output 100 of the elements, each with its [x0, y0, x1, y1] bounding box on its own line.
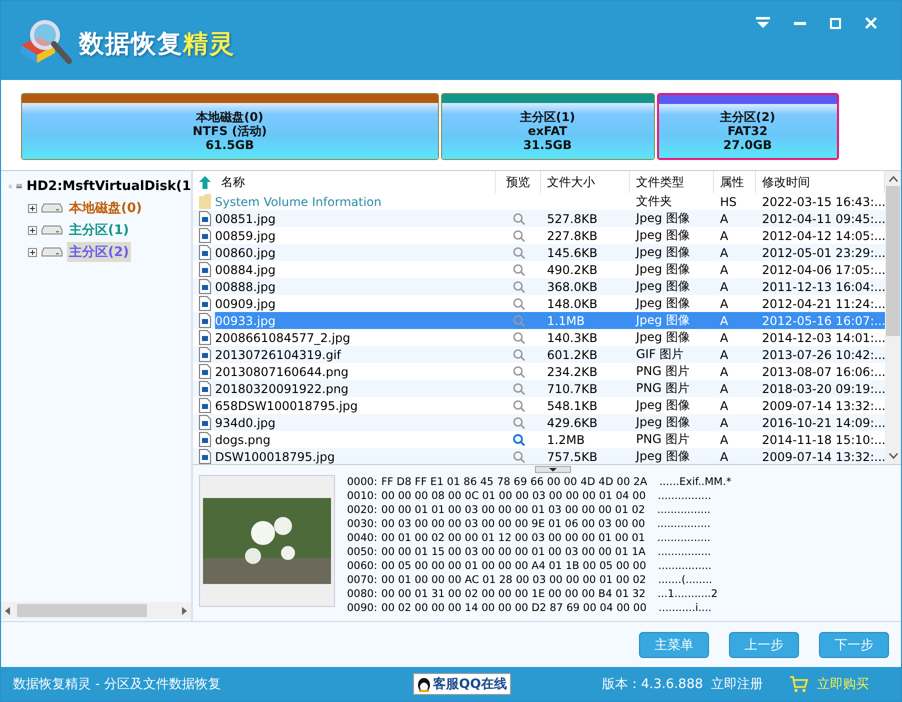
- collapse-handle-icon[interactable]: [535, 466, 571, 473]
- preview-search-icon[interactable]: [512, 280, 524, 292]
- partition-block[interactable]: 主分区(1) exFAT 31.5GB: [440, 93, 655, 160]
- scroll-up-icon[interactable]: [888, 176, 898, 182]
- column-header[interactable]: 预览: [506, 174, 530, 190]
- preview-search-icon[interactable]: [512, 434, 524, 446]
- hex-offset: 0090:: [347, 601, 378, 615]
- preview-search-icon[interactable]: [512, 298, 524, 310]
- file-row[interactable]: 00884.jpg 490.2KB Jpeg 图像 A 2012-04-06 17:05:...: [193, 261, 885, 278]
- file-row[interactable]: 00851.jpg 527.8KB Jpeg 图像 A 2012-04-11 09:45:...: [193, 210, 885, 227]
- dropdown-menu-icon[interactable]: [756, 17, 770, 29]
- file-size: 710.7KB: [547, 382, 598, 396]
- scroll-right-icon[interactable]: [181, 606, 187, 614]
- hex-ascii: ................: [657, 531, 711, 545]
- horizontal-scrollbar[interactable]: [1, 602, 191, 619]
- column-header[interactable]: 属性: [720, 174, 744, 190]
- scroll-down-icon[interactable]: [888, 453, 898, 459]
- preview-search-icon[interactable]: [512, 366, 524, 378]
- file-name: dogs.png: [215, 432, 270, 446]
- file-row[interactable]: 00888.jpg 368.0KB Jpeg 图像 A 2011-12-13 16:04:...: [193, 278, 885, 295]
- file-name: DSW100018795.jpg: [215, 450, 335, 464]
- preview-search-icon[interactable]: [512, 332, 524, 344]
- image-file-icon: [199, 364, 211, 379]
- modified-time: 2013-08-07 16:06:...: [762, 364, 885, 378]
- qq-support-button[interactable]: 客服QQ在线: [413, 673, 512, 695]
- hex-offset: 0040:: [347, 531, 378, 545]
- tree-item[interactable]: 本地磁盘(0): [67, 198, 144, 218]
- file-row[interactable]: 00860.jpg 145.6KB Jpeg 图像 A 2012-05-01 23:29:...: [193, 244, 885, 261]
- file-name: 00860.jpg: [215, 246, 276, 260]
- file-row[interactable]: System Volume Information 文件夹 HS 2022-03-15 16:43:...: [193, 193, 885, 210]
- hex-ascii: ................: [658, 559, 712, 573]
- file-attribute: A: [720, 246, 728, 260]
- tree-item[interactable]: 主分区(2): [67, 242, 131, 262]
- hex-bytes: 00 00 01 31 00 02 00 00 00 1E 00 00 00 B4 01 32: [381, 587, 646, 601]
- file-size: 429.6KB: [547, 416, 598, 430]
- file-row[interactable]: 934d0.jpg 429.6KB Jpeg 图像 A 2016-10-21 14:09:...: [193, 414, 885, 431]
- modified-time: 2013-07-26 10:42:...: [762, 348, 885, 362]
- file-attribute: A: [720, 212, 728, 226]
- scroll-left-icon[interactable]: [5, 606, 11, 614]
- close-icon[interactable]: [865, 17, 877, 29]
- maximize-icon[interactable]: [830, 18, 841, 28]
- preview-search-icon[interactable]: [512, 382, 524, 394]
- file-size: 234.2KB: [547, 364, 598, 378]
- preview-search-icon[interactable]: [512, 264, 524, 276]
- file-row[interactable]: 20130807160644.png 234.2KB PNG 图片 A 2013-08-07 16:06:...: [193, 363, 885, 380]
- preview-search-icon[interactable]: [512, 400, 524, 412]
- file-attribute: A: [720, 348, 728, 362]
- hex-bytes: 00 05 00 00 00 01 00 00 00 A4 01 1B 00 05 00 00: [381, 559, 646, 573]
- file-attribute: A: [720, 432, 728, 446]
- column-header[interactable]: 名称: [221, 174, 245, 190]
- file-type: Jpeg 图像: [636, 329, 690, 346]
- tree-item[interactable]: 主分区(1): [67, 220, 131, 240]
- modified-time: 2012-04-21 11:24:...: [762, 296, 885, 310]
- partition-block[interactable]: 本地磁盘(0) NTFS (活动) 61.5GB: [21, 93, 439, 160]
- file-row[interactable]: 658DSW100018795.jpg 548.1KB Jpeg 图像 A 2009-07-14 13:32:...: [193, 397, 885, 414]
- file-name: 2008661084577_2.jpg: [215, 330, 350, 344]
- file-row[interactable]: 00859.jpg 227.8KB Jpeg 图像 A 2012-04-12 14:05:...: [193, 227, 885, 244]
- preview-search-icon[interactable]: [512, 450, 524, 462]
- partition-block[interactable]: 主分区(2) FAT32 27.0GB: [656, 93, 839, 160]
- app-description: 数据恢复精灵 - 分区及文件数据恢复: [13, 676, 222, 693]
- file-row[interactable]: 20130726104319.gif 601.2KB GIF 图片 A 2013-07-26 10:42:...: [193, 346, 885, 363]
- image-file-icon: [199, 398, 211, 413]
- file-row[interactable]: 00909.jpg 148.0KB Jpeg 图像 A 2012-04-21 11:24:...: [193, 295, 885, 312]
- image-file-icon: [199, 432, 211, 447]
- cart-icon[interactable]: [789, 675, 809, 693]
- preview-search-icon[interactable]: [512, 246, 524, 258]
- preview-search-icon[interactable]: [512, 230, 524, 242]
- file-row[interactable]: 2008661084577_2.jpg 140.3KB Jpeg 图像 A 2014-12-03 14:01:...: [193, 329, 885, 346]
- file-name: 00851.jpg: [215, 212, 276, 226]
- column-header[interactable]: 修改时间: [762, 174, 810, 190]
- file-type: Jpeg 图像: [636, 210, 690, 227]
- vertical-scrollbar[interactable]: [885, 171, 901, 464]
- up-arrow-icon[interactable]: [199, 176, 211, 188]
- expand-icon[interactable]: [28, 204, 37, 212]
- image-file-icon: [199, 330, 211, 345]
- file-name: 20180320091922.png: [215, 382, 349, 396]
- file-attribute: A: [720, 416, 728, 430]
- file-row[interactable]: DSW100018795.jpg 757.5KB Jpeg 图像 A 2009-07-14 13:32:...: [193, 448, 885, 464]
- preview-search-icon[interactable]: [512, 348, 524, 360]
- column-header[interactable]: 文件类型: [636, 174, 684, 190]
- file-attribute: A: [720, 382, 728, 396]
- file-row[interactable]: 20180320091922.png 710.7KB PNG 图片 A 2018-03-20 09:19:...: [193, 380, 885, 397]
- hex-ascii: ...1...........2: [658, 587, 718, 601]
- file-row[interactable]: dogs.png 1.2MB PNG 图片 A 2014-11-18 15:10:...: [193, 431, 885, 448]
- column-header[interactable]: 文件大小: [547, 174, 595, 190]
- image-file-icon: [199, 381, 211, 396]
- file-type: Jpeg 图像: [636, 397, 690, 414]
- file-size: 601.2KB: [547, 348, 598, 362]
- hex-offset: 0030:: [347, 517, 378, 531]
- modified-time: 2012-04-12 14:05:...: [762, 228, 885, 242]
- hex-ascii: ......Exif..MM.*: [659, 475, 732, 489]
- expand-icon[interactable]: [28, 248, 37, 256]
- file-attribute: A: [720, 296, 728, 310]
- tree-item[interactable]: HD2:MsftVirtualDisk(1: [26, 178, 191, 194]
- file-size: 1.2MB: [547, 432, 585, 446]
- expand-icon[interactable]: [28, 226, 37, 234]
- preview-search-icon[interactable]: [512, 416, 524, 428]
- file-type: Jpeg 图像: [636, 312, 690, 329]
- preview-search-icon[interactable]: [512, 212, 524, 224]
- minimize-icon[interactable]: [794, 22, 806, 24]
